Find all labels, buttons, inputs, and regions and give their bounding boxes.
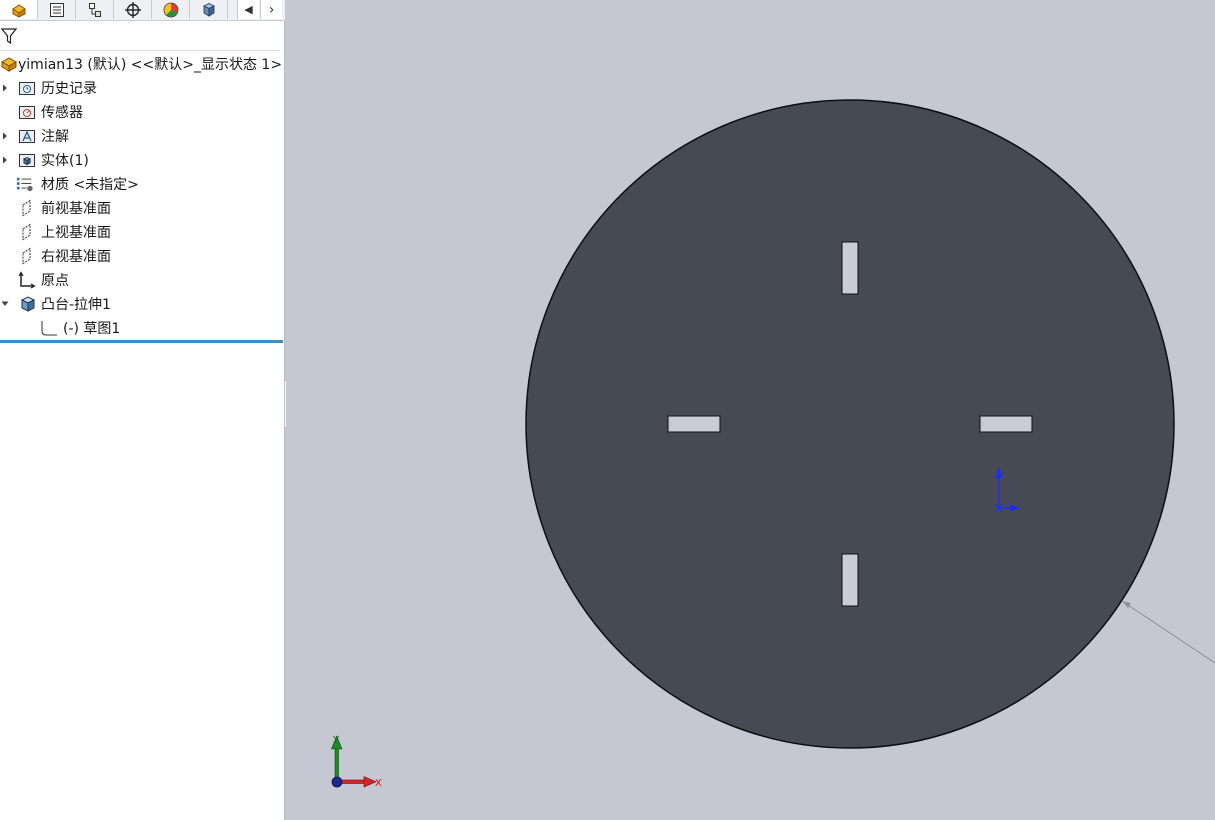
tree-item-label: 前视基准面	[41, 201, 111, 217]
tree-item-top-plane[interactable]: 上视基准面	[0, 220, 283, 244]
cam-tab[interactable]	[190, 0, 228, 19]
tab-scroll-right-button[interactable]: ›	[260, 0, 282, 19]
history-folder-icon	[18, 79, 36, 97]
tree-item-label: 材质 <未指定>	[41, 177, 139, 193]
property-list-icon	[49, 2, 64, 17]
triad-y-label: Y	[332, 735, 340, 746]
cube-icon	[202, 2, 215, 17]
slot-left[interactable]	[667, 415, 721, 433]
tree-item-solid-bodies[interactable]: 实体(1)	[0, 148, 283, 172]
feature-manager-panel: ◀ › yimian13 (默认) <<默认>_显示状态 1> 历史记录 传感器…	[0, 0, 285, 820]
annotation-icon	[18, 127, 36, 145]
dimxpertmanager-tab[interactable]	[114, 0, 152, 19]
configurationmanager-tab[interactable]	[76, 0, 114, 19]
expand-caret-icon[interactable]	[1, 148, 9, 172]
tree-item-label: 注解	[41, 129, 69, 145]
filter-icon[interactable]	[1, 27, 17, 45]
tree-root-label: yimian13 (默认) <<默认>_显示状态 1>	[18, 57, 283, 73]
tree-item-right-plane[interactable]: 右视基准面	[0, 244, 283, 268]
slot-bottom[interactable]	[841, 553, 859, 607]
color-wheel-icon	[163, 2, 178, 17]
tree-item-sketch[interactable]: (-) 草图1	[0, 316, 283, 340]
tree-item-front-plane[interactable]: 前视基准面	[0, 196, 283, 220]
plane-icon	[18, 199, 36, 217]
slot-top[interactable]	[841, 241, 859, 295]
tree-item-label: 传感器	[41, 105, 83, 121]
expand-caret-icon[interactable]	[1, 124, 9, 148]
displaymanager-tab[interactable]	[152, 0, 190, 19]
slot-right[interactable]	[979, 415, 1033, 433]
disk-part-face[interactable]	[525, 99, 1175, 749]
part-icon	[0, 55, 18, 73]
tree-item-boss-extrude[interactable]: 凸台-拉伸1	[0, 292, 283, 316]
extrude-icon	[18, 295, 36, 313]
tree-item-label: 凸台-拉伸1	[41, 297, 111, 313]
sensor-icon	[18, 103, 36, 121]
plane-icon	[18, 247, 36, 265]
material-icon	[16, 175, 34, 193]
configuration-icon	[88, 2, 101, 17]
tab-scroll-left-button[interactable]: ◀	[237, 0, 259, 19]
tree-item-sensors[interactable]: 传感器	[0, 100, 283, 124]
tree-item-label: 右视基准面	[41, 249, 111, 265]
caret-left-icon: ◀	[244, 3, 253, 16]
filter-row[interactable]	[0, 22, 280, 51]
featuremanager-tab[interactable]	[0, 0, 38, 19]
collapse-caret-icon[interactable]	[1, 292, 9, 316]
plane-icon	[18, 223, 36, 241]
solid-body-icon	[18, 151, 36, 169]
graphics-area[interactable]: Y X	[286, 0, 1215, 820]
origin-icon	[18, 271, 36, 289]
crosshair-icon	[124, 1, 141, 18]
tree-item-origin[interactable]: 原点	[0, 268, 283, 292]
tree-item-history[interactable]: 历史记录	[0, 76, 283, 100]
part-tree-icon	[11, 3, 26, 18]
tree-item-label: 上视基准面	[41, 225, 111, 241]
expand-caret-icon[interactable]	[1, 76, 9, 100]
tree-item-material[interactable]: 材质 <未指定>	[0, 172, 283, 196]
sketch-icon	[40, 319, 58, 337]
tree-item-label: (-) 草图1	[63, 321, 121, 337]
tree-item-label: 历史记录	[41, 81, 97, 97]
tree-item-label: 实体(1)	[41, 153, 89, 169]
tree-item-annotations[interactable]: 注解	[0, 124, 283, 148]
propertymanager-tab[interactable]	[38, 0, 76, 19]
rollback-bar[interactable]	[0, 340, 283, 343]
chevron-right-icon: ›	[268, 1, 275, 18]
manager-tab-bar: ◀ ›	[0, 0, 285, 21]
triad-x-label: X	[375, 778, 382, 789]
tree-item-label: 原点	[41, 273, 69, 289]
